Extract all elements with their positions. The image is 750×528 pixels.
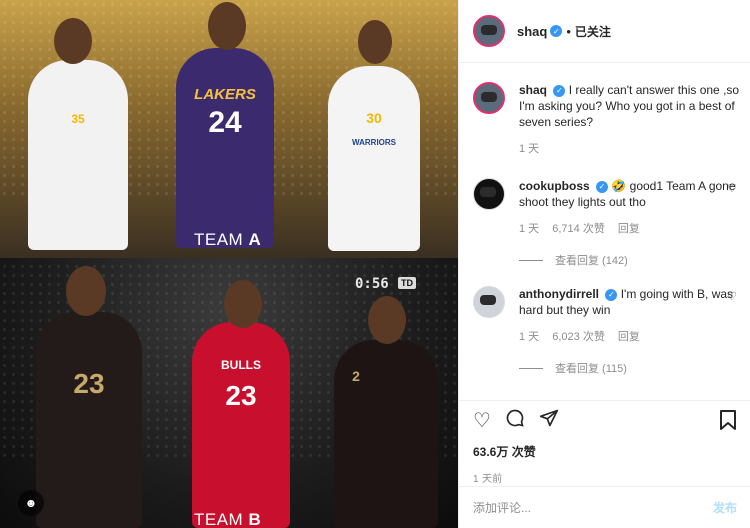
comments-list[interactable]: shaq ✓ I really can't answer this one ,s… <box>459 64 750 399</box>
jersey-team: WARRIORS <box>352 138 396 147</box>
comment-item: cookupboss ✓ 🤣 good1 Team A gone shoot t… <box>473 178 743 268</box>
jersey-team: BULLS <box>221 358 261 372</box>
team-b-letter: B <box>248 510 262 528</box>
player-head <box>224 280 262 328</box>
view-replies-label: 查看回复 (142) <box>555 255 628 267</box>
player-figure: 2 <box>334 340 438 528</box>
team-a-label: TEAM A <box>194 230 261 250</box>
verified-icon: ✓ <box>605 288 618 301</box>
post-comment-button[interactable]: 发布 <box>713 499 737 516</box>
avatar[interactable] <box>473 286 505 318</box>
post-header: shaq ✓ • 已关注 <box>459 0 750 63</box>
comment-time[interactable]: 1 天 <box>519 223 539 235</box>
bookmark-icon[interactable] <box>719 409 737 437</box>
post-time[interactable]: 1 天前 <box>473 470 737 485</box>
heart-icon[interactable]: ♡ <box>473 409 491 433</box>
jersey-team: LAKERS <box>194 86 256 103</box>
game-clock-tag: TD <box>398 277 416 289</box>
verified-icon: ✓ <box>550 25 563 37</box>
team-b-label: TEAM B <box>194 510 261 528</box>
player-figure: BULLS 23 <box>192 322 290 528</box>
comment-likes[interactable]: 6,023 次赞 <box>552 331 605 343</box>
jersey-number: 35 <box>71 112 85 126</box>
comment-body: anthonydirrell ✓ I'm going with B, was h… <box>519 286 743 318</box>
comment-meta: 1 天 6,714 次赞 回复 <box>519 220 743 236</box>
jersey-number: 2 <box>352 368 360 384</box>
team-b-word: TEAM <box>194 510 244 528</box>
comment-meta: 1 天 6,023 次赞 回复 <box>519 328 743 344</box>
caption-text: I really can't answer this one ,so I'm a… <box>519 83 740 129</box>
avatar[interactable] <box>473 178 505 210</box>
post-actions: ♡ 63.6万 次赞 1 天前 <box>459 400 750 486</box>
caption-meta: 1 天 <box>519 140 743 156</box>
player-head <box>66 266 106 316</box>
player-head <box>54 18 92 64</box>
replies-divider <box>519 259 543 261</box>
player-figure: LAKERS 24 <box>176 48 274 248</box>
post-sidebar: shaq ✓ • 已关注 shaq ✓ I really can't answe… <box>458 0 750 528</box>
reply-button[interactable]: 回复 <box>618 331 640 343</box>
comment-item: anthonydirrell ✓ I'm going with B, was h… <box>473 286 743 376</box>
game-clock: 0:56 <box>355 276 389 292</box>
jersey-number: 30 <box>366 110 382 126</box>
avatar[interactable] <box>473 15 505 47</box>
view-replies-label: 查看回复 (115) <box>555 363 627 375</box>
jersey-number: 23 <box>225 380 257 411</box>
caption-time[interactable]: 1 天 <box>519 143 539 155</box>
post-image[interactable]: 35 LAKERS 24 WARRIORS 30 TEAM A 23 BULLS… <box>0 0 458 528</box>
player-head <box>368 296 406 344</box>
comment-username[interactable]: anthonydirrell <box>519 287 599 301</box>
jersey-number: 24 <box>208 106 242 139</box>
player-head <box>208 2 246 50</box>
action-icons: ♡ <box>473 409 737 433</box>
replies-divider <box>519 367 543 369</box>
comment-likes[interactable]: 6,714 次赞 <box>552 223 605 235</box>
view-replies-button[interactable]: 查看回复 (142) <box>519 252 743 268</box>
comment-username[interactable]: cookupboss <box>519 179 590 193</box>
post-caption: shaq ✓ I really can't answer this one ,s… <box>473 82 743 156</box>
caption-body: shaq ✓ I really can't answer this one ,s… <box>519 82 743 130</box>
comment-input[interactable] <box>473 500 713 515</box>
player-figure: 23 <box>36 312 142 528</box>
player-head <box>358 20 392 64</box>
player-figure: 35 <box>28 60 128 250</box>
likes-count[interactable]: 63.6万 次赞 <box>473 443 737 460</box>
comment-time[interactable]: 1 天 <box>519 331 539 343</box>
verified-icon: ✓ <box>553 84 566 97</box>
team-a-word: TEAM <box>194 230 244 249</box>
tagged-user-icon[interactable]: ☻ <box>18 490 44 516</box>
team-a-letter: A <box>248 230 262 249</box>
comment-body: cookupboss ✓ 🤣 good1 Team A gone shoot t… <box>519 178 743 210</box>
jersey-number: 23 <box>73 368 105 399</box>
player-figure: WARRIORS 30 <box>328 66 420 251</box>
follow-status-button[interactable]: 已关注 <box>575 23 611 40</box>
share-icon[interactable] <box>539 408 559 434</box>
header-separator: • <box>566 23 571 39</box>
avatar[interactable] <box>473 82 505 114</box>
view-replies-button[interactable]: 查看回复 (115) <box>519 360 743 376</box>
reply-button[interactable]: 回复 <box>618 223 640 235</box>
header-username[interactable]: shaq <box>517 24 547 39</box>
caption-username[interactable]: shaq <box>519 83 547 97</box>
verified-icon: ✓ <box>596 180 609 193</box>
comment-icon[interactable] <box>505 408 525 434</box>
like-comment-icon[interactable]: ♡ <box>727 290 737 303</box>
like-comment-icon[interactable]: ♡ <box>727 182 737 195</box>
add-comment-bar: 发布 <box>459 486 750 528</box>
